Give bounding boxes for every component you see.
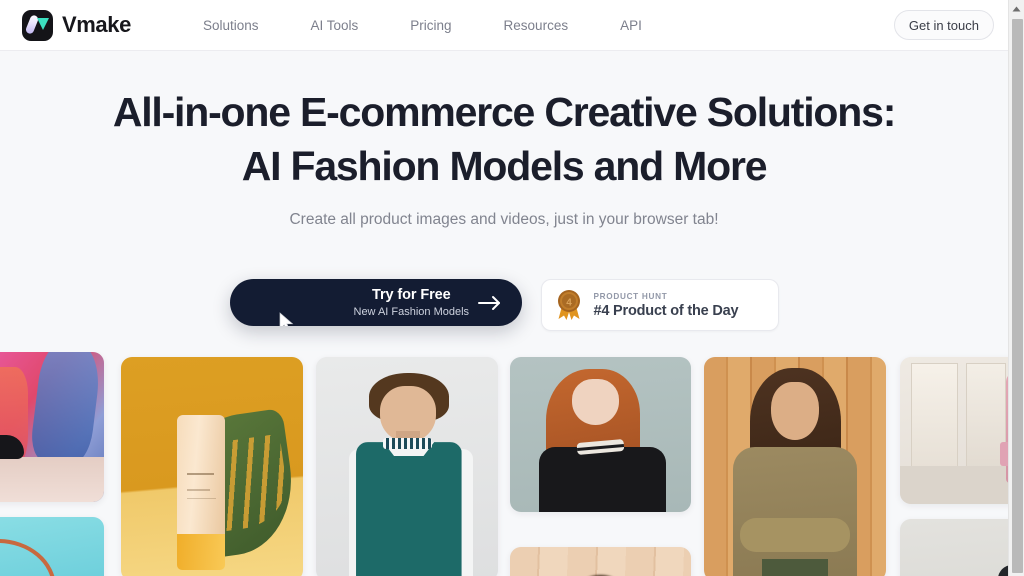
try-for-free-button[interactable]: Try for Free New AI Fashion Models <box>229 279 522 327</box>
vertical-scrollbar[interactable] <box>1008 0 1024 576</box>
nav-item-resources[interactable]: Resources <box>504 12 569 39</box>
get-in-touch-button[interactable]: Get in touch <box>893 10 994 40</box>
primary-nav: Solutions AI Tools Pricing Resources API <box>203 12 642 39</box>
gallery-image <box>704 357 886 576</box>
gallery-image <box>510 357 691 512</box>
arrow-right-icon <box>477 295 502 311</box>
nav-item-solutions[interactable]: Solutions <box>203 12 259 39</box>
nav-item-pricing[interactable]: Pricing <box>410 12 451 39</box>
gallery-item-cosmetic-tube-with-palm-leaf[interactable] <box>121 357 303 576</box>
gallery-item-woman-leaning-on-wood-wall[interactable] <box>704 357 886 576</box>
site-header: Vmake Solutions AI Tools Pricing Resourc… <box>0 0 1008 51</box>
medal-icon: 4 <box>555 289 583 321</box>
gallery-item-woman-in-pink-suit-on-street[interactable] <box>900 357 1008 504</box>
gallery-image <box>0 517 104 576</box>
gallery-image <box>900 519 1008 576</box>
gallery-image <box>510 547 691 576</box>
gallery-item-young-man-in-varsity-jacket[interactable] <box>316 357 498 576</box>
hero-subtitle: Create all product images and videos, ju… <box>289 211 719 229</box>
product-hunt-text: PRODUCT HUNT #4 Product of the Day <box>594 292 739 319</box>
ai-fashion-models-thumbnail <box>237 258 347 327</box>
hero-cta-row: Try for Free New AI Fashion Models 4 PRO… <box>0 257 1008 332</box>
nav-item-api[interactable]: API <box>620 12 642 39</box>
scroll-up-arrow-icon[interactable] <box>1009 0 1024 17</box>
page-content: Vmake Solutions AI Tools Pricing Resourc… <box>0 0 1008 576</box>
gallery-image <box>0 352 104 502</box>
gallery-image <box>121 357 303 576</box>
vmake-logo-icon <box>22 9 53 41</box>
gallery-image <box>316 357 498 576</box>
try-button-text: Try for Free New AI Fashion Models <box>354 287 470 318</box>
gallery-image <box>900 357 1008 504</box>
vertical-scroll-thumb[interactable] <box>1012 19 1023 573</box>
gallery-item-model-in-black-top[interactable] <box>900 519 1008 576</box>
gallery-item-sneaker-on-painted-backdrop[interactable] <box>0 352 104 502</box>
product-hunt-label: PRODUCT HUNT <box>593 291 668 301</box>
gallery-item-red-haired-model-in-black-top[interactable] <box>510 357 691 512</box>
headline-line-1: All-in-one E-commerce Creative Solutions… <box>112 89 897 135</box>
page-title: All-in-one E-commerce Creative Solutions… <box>0 85 1008 193</box>
medal-rank-text: 4 <box>566 298 572 309</box>
try-button-title: Try for Free <box>371 287 451 304</box>
product-hunt-title: #4 Product of the Day <box>593 302 739 319</box>
nav-item-ai-tools[interactable]: AI Tools <box>311 12 359 39</box>
brand-logo-link[interactable]: Vmake <box>22 9 131 41</box>
showcase-gallery <box>0 352 1008 576</box>
hero-section: All-in-one E-commerce Creative Solutions… <box>0 51 1008 332</box>
gallery-item-teal-background-handbag[interactable] <box>0 517 104 576</box>
headline-line-2: AI Fashion Models and More <box>241 143 768 190</box>
brand-name: Vmake <box>62 12 131 37</box>
gallery-item-blurred-wood-wall-portrait[interactable] <box>510 547 691 576</box>
logo-triangle-shape <box>37 17 49 30</box>
browser-viewport: Vmake Solutions AI Tools Pricing Resourc… <box>0 0 1024 576</box>
try-button-subtitle: New AI Fashion Models <box>353 305 470 318</box>
product-hunt-badge[interactable]: 4 PRODUCT HUNT #4 Product of the Day <box>540 279 779 332</box>
